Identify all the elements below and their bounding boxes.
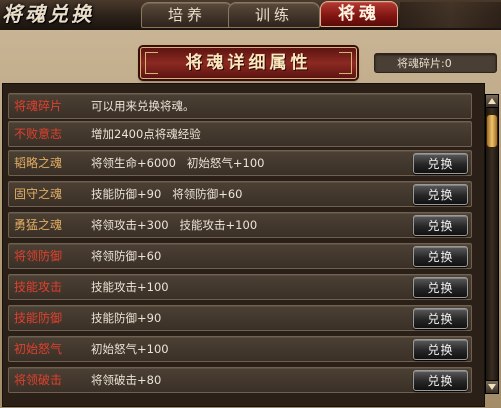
list-item: 技能防御 技能防御+90 兑换 [8, 305, 472, 331]
item-name: 技能攻击 [14, 280, 63, 294]
scroll-up-icon[interactable] [485, 94, 499, 108]
fragment-count: 将魂碎片:0 [374, 53, 497, 73]
window-title: 将魂兑换 [2, 2, 94, 26]
item-name: 不败意志 [14, 127, 63, 141]
item-description: 增加2400点将魂经验 [91, 127, 201, 141]
exchange-button[interactable]: 兑换 [413, 339, 468, 360]
list-item: 固守之魂 技能防御+90 将领防御+60 兑换 [8, 181, 472, 207]
item-description: 技能防御+90 [91, 311, 162, 325]
item-name: 韬略之魂 [14, 156, 63, 170]
item-name: 技能防御 [14, 311, 63, 325]
item-name: 勇猛之魂 [14, 218, 63, 232]
item-description: 技能防御+90 将领防御+60 [91, 187, 243, 201]
item-description: 将领生命+6000 初始怒气+100 [91, 156, 265, 170]
tab-peiyang[interactable]: 培养 [141, 2, 233, 28]
item-description: 初始怒气+100 [91, 342, 169, 356]
item-name: 固守之魂 [14, 187, 63, 201]
panel-title: 将魂详细属性 [185, 53, 312, 73]
list-item: 初始怒气 初始怒气+100 兑换 [8, 336, 472, 362]
list-item: 将领防御 将领防御+60 兑换 [8, 243, 472, 269]
list-item: 不败意志 增加2400点将魂经验 [8, 121, 472, 147]
exchange-button[interactable]: 兑换 [413, 308, 468, 329]
item-name: 将领防御 [14, 249, 63, 263]
list-item: 将魂碎片 可以用来兑换将魂。 [8, 93, 472, 119]
tab-jianghun[interactable]: 将魂 [320, 1, 398, 27]
tab-xunlian[interactable]: 训练 [228, 2, 320, 28]
exchange-button[interactable]: 兑换 [413, 153, 468, 174]
item-description: 将领攻击+300 技能攻击+100 [91, 218, 258, 232]
item-name: 将领破击 [14, 373, 63, 387]
item-description: 将领防御+60 [91, 249, 162, 263]
scrollbar-thumb[interactable] [486, 114, 498, 148]
exchange-button[interactable]: 兑换 [413, 370, 468, 391]
exchange-button[interactable]: 兑换 [413, 215, 468, 236]
exchange-button[interactable]: 兑换 [413, 184, 468, 205]
list-item: 韬略之魂 将领生命+6000 初始怒气+100 兑换 [8, 150, 472, 176]
panel-title-plate: 将魂详细属性 [140, 47, 357, 79]
item-description: 将领破击+80 [91, 373, 162, 387]
item-description: 技能攻击+100 [91, 280, 169, 294]
exchange-button[interactable]: 兑换 [413, 277, 468, 298]
list-item: 勇猛之魂 将领攻击+300 技能攻击+100 兑换 [8, 212, 472, 238]
exchange-button[interactable]: 兑换 [413, 246, 468, 267]
item-name: 初始怒气 [14, 342, 63, 356]
topbar-decoration [400, 2, 501, 28]
scroll-down-icon[interactable] [485, 380, 499, 394]
top-tab-bar: 将魂兑换 培养 训练 将魂 [0, 0, 501, 31]
list-item: 技能攻击 技能攻击+100 兑换 [8, 274, 472, 300]
item-description: 可以用来兑换将魂。 [91, 99, 195, 113]
list-item: 将领破击 将领破击+80 兑换 [8, 367, 472, 393]
item-name: 将魂碎片 [14, 99, 63, 113]
